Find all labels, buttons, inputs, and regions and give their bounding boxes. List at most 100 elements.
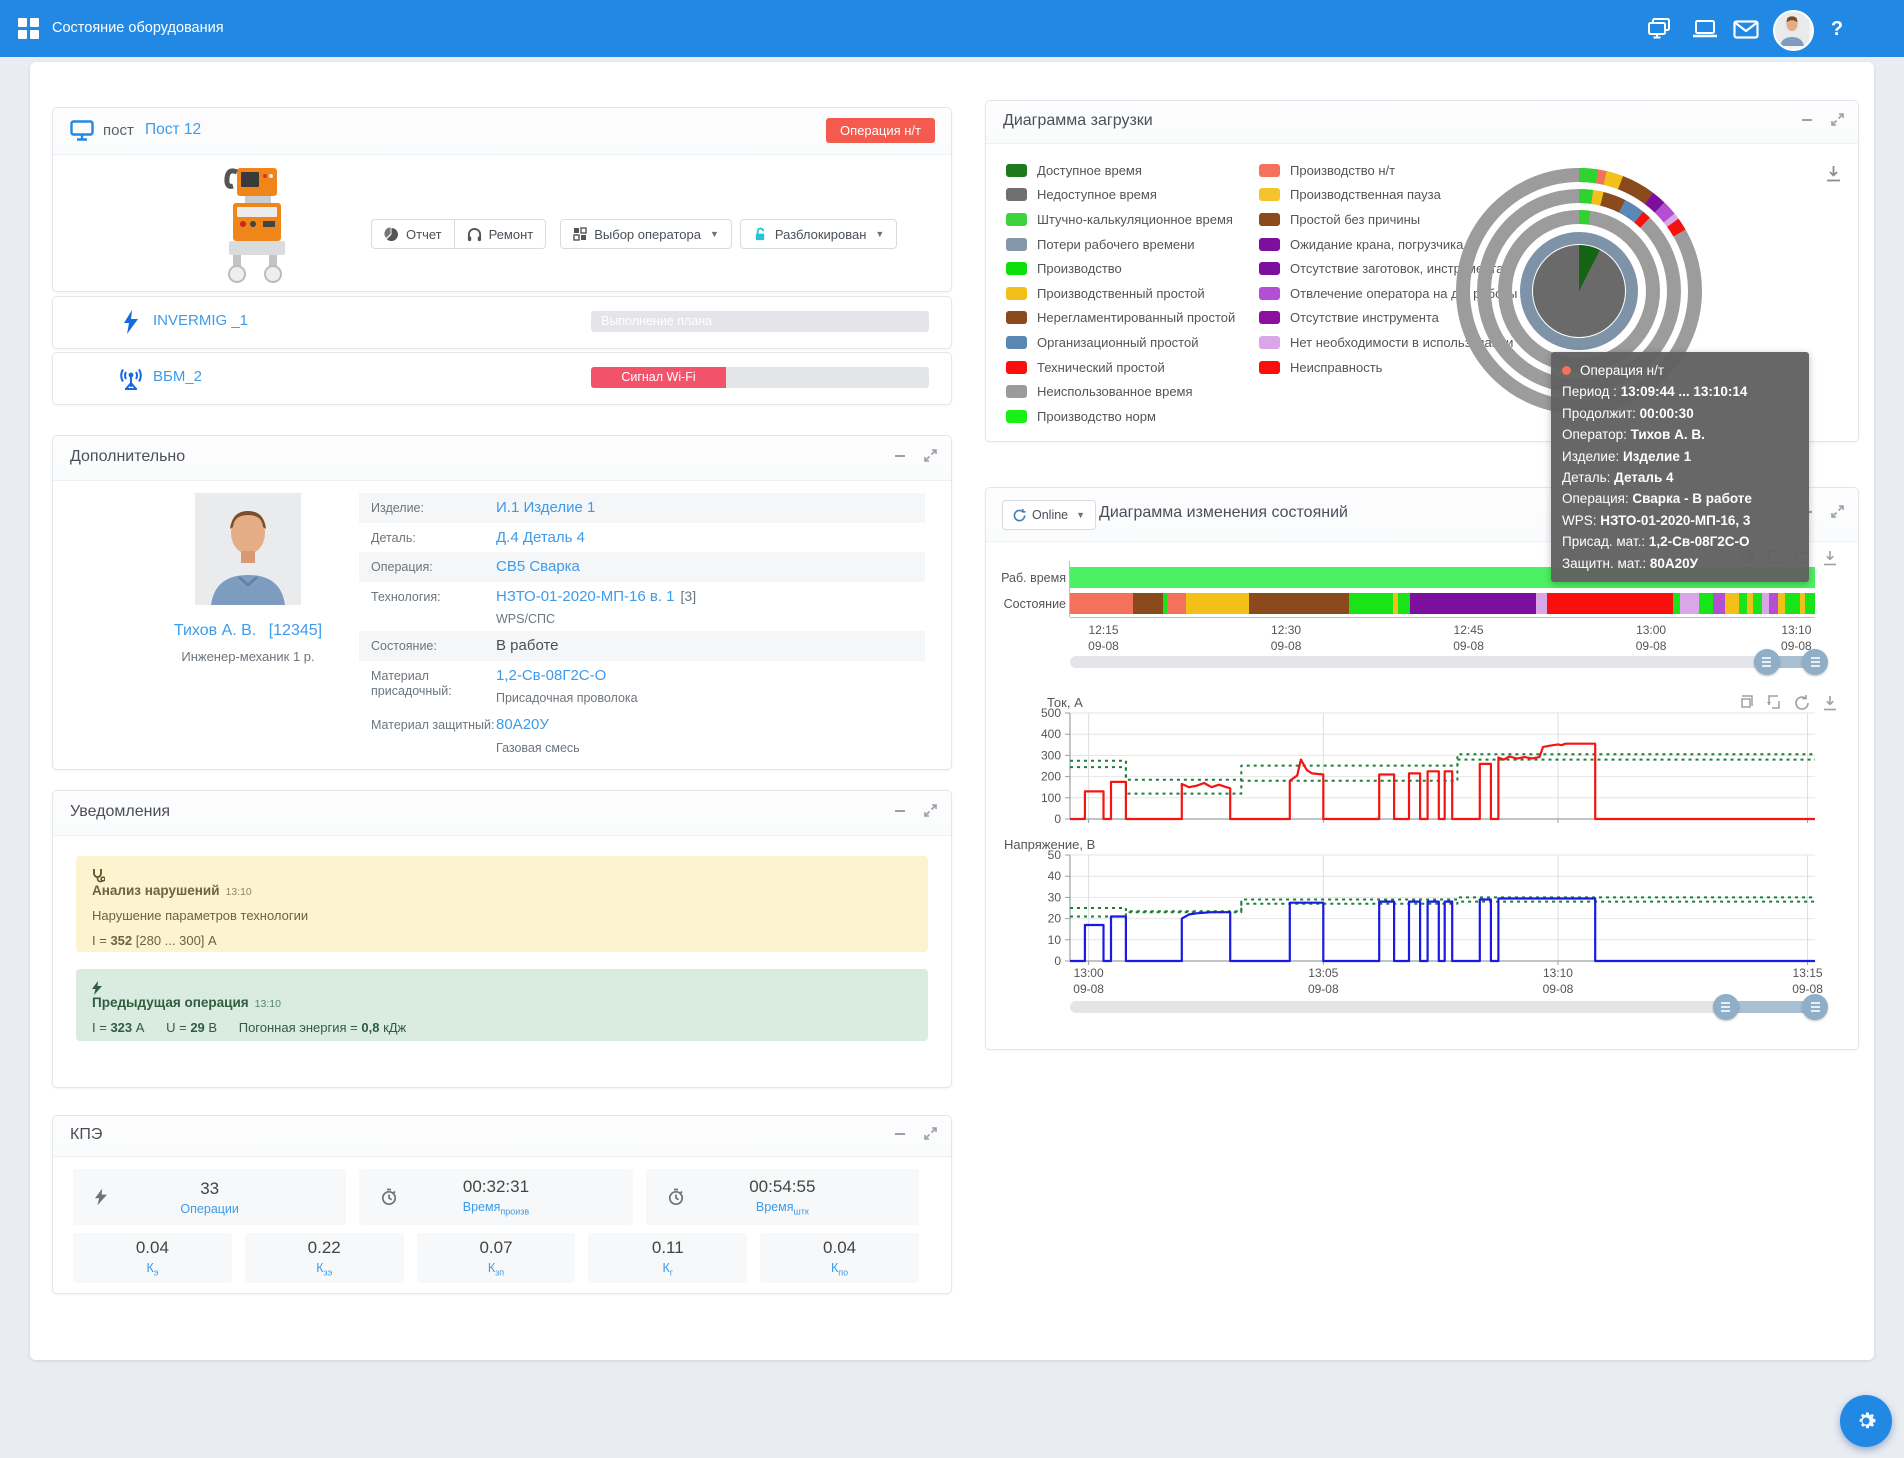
slider-handle[interactable]: [1802, 994, 1828, 1020]
operator-name-link[interactable]: Тихов А. В.: [174, 622, 256, 639]
operator-id[interactable]: [12345]: [269, 622, 322, 639]
y-tick-label: 200: [1041, 770, 1061, 784]
state-segment[interactable]: [1186, 593, 1249, 614]
voltage-chart-svg[interactable]: 01020304050: [1008, 847, 1818, 969]
field-value[interactable]: НЗТО-01-2020-МП-16 в. 1[3]: [496, 587, 696, 607]
expand-icon[interactable]: [924, 1127, 937, 1140]
operator-select-button[interactable]: Выбор оператора▼: [560, 219, 732, 249]
legend-item[interactable]: Производство: [1006, 256, 1235, 281]
download-icon[interactable]: [1822, 695, 1838, 711]
state-segment[interactable]: [1769, 593, 1778, 614]
slider-handle[interactable]: [1802, 649, 1828, 675]
state-segment[interactable]: [1725, 593, 1740, 614]
mail-icon[interactable]: [1731, 14, 1761, 44]
field-value[interactable]: 1,2-Св-08Г2С-О: [496, 666, 638, 686]
slider-handle[interactable]: [1754, 649, 1780, 675]
state-segment[interactable]: [1713, 593, 1724, 614]
state-segment[interactable]: [1673, 593, 1680, 614]
help-icon[interactable]: ?: [1822, 14, 1852, 44]
post-name-link[interactable]: Пост 12: [145, 121, 201, 139]
state-segment[interactable]: [1753, 593, 1762, 614]
download-icon[interactable]: [1825, 165, 1842, 182]
legend-item[interactable]: Доступное время: [1006, 158, 1235, 183]
device-row-invermig[interactable]: INVERMIG _1 Выполнение плана: [52, 296, 952, 349]
legend-item[interactable]: Штучно-калькуляционное время: [1006, 207, 1235, 232]
state-segment[interactable]: [1762, 593, 1769, 614]
state-segment[interactable]: [1349, 593, 1393, 614]
kpi-tile: 0.04Кэ: [73, 1233, 232, 1283]
notification-line: Нарушение параметров технологии: [92, 908, 912, 923]
legend-item[interactable]: Технический простой: [1006, 355, 1235, 380]
field-value[interactable]: 80А20У: [496, 715, 580, 735]
state-segment[interactable]: [1249, 593, 1349, 614]
state-segment[interactable]: [1739, 593, 1746, 614]
repair-button[interactable]: Ремонт: [455, 219, 547, 249]
legend-label: Отсутствие инструмента: [1290, 310, 1439, 325]
legend-column-left: Доступное времяНедоступное времяШтучно-к…: [1006, 158, 1235, 429]
state-segment[interactable]: [1547, 593, 1673, 614]
bolt-icon: [95, 1188, 107, 1206]
collapse-icon[interactable]: [1801, 113, 1813, 126]
state-segment[interactable]: [1167, 593, 1186, 614]
legend-item[interactable]: Потери рабочего времени: [1006, 232, 1235, 257]
monitor-icon: [70, 120, 94, 141]
report-button[interactable]: Отчет: [371, 219, 455, 249]
legend-item[interactable]: Производство норм: [1006, 404, 1235, 429]
collapse-icon[interactable]: [894, 1127, 906, 1140]
state-timeline-bar[interactable]: [1070, 593, 1815, 614]
expand-icon[interactable]: [924, 804, 937, 817]
field-value[interactable]: СВ5 Сварка: [496, 557, 580, 577]
state-segment[interactable]: [1778, 593, 1785, 614]
state-segment[interactable]: [1070, 593, 1133, 614]
state-segment[interactable]: [1785, 593, 1800, 614]
settings-fab[interactable]: [1840, 1395, 1892, 1447]
kpi-label[interactable]: Кэ: [146, 1261, 158, 1278]
unlock-button[interactable]: Разблокирован▼: [740, 219, 897, 249]
collapse-icon[interactable]: [894, 449, 906, 462]
legend-swatch: [1259, 336, 1280, 349]
download-icon[interactable]: [1822, 550, 1838, 566]
kpi-label[interactable]: Операции: [180, 1202, 238, 1216]
state-segment[interactable]: [1410, 593, 1536, 614]
field-row: Технология:НЗТО-01-2020-МП-16 в. 1[3]WPS…: [359, 582, 925, 632]
kpi-label[interactable]: Времяпроизв: [463, 1200, 529, 1217]
slider-handle[interactable]: [1713, 994, 1739, 1020]
device-name-link[interactable]: INVERMIG _1: [153, 312, 248, 329]
legend-item[interactable]: Неиспользованное время: [1006, 379, 1235, 404]
legend-swatch: [1006, 188, 1027, 201]
device-row-vbm[interactable]: ВБМ_2 Сигнал Wi-Fi: [52, 352, 952, 405]
state-segment[interactable]: [1536, 593, 1547, 614]
current-chart-svg[interactable]: 0100200300400500: [1008, 705, 1818, 827]
charts-range-slider[interactable]: [1070, 1001, 1815, 1013]
state-segment[interactable]: [1133, 593, 1163, 614]
legend-item[interactable]: Нерегламентированный простой: [1006, 306, 1235, 331]
state-segment[interactable]: [1805, 593, 1815, 614]
laptop-icon[interactable]: [1690, 14, 1720, 44]
field-value[interactable]: Д.4 Деталь 4: [496, 528, 585, 548]
kpi-label[interactable]: Кзп: [488, 1261, 504, 1278]
kpi-label[interactable]: Кзэ: [316, 1261, 332, 1278]
expand-icon[interactable]: [924, 449, 937, 462]
state-segment[interactable]: [1398, 593, 1409, 614]
monitors-icon[interactable]: [1645, 14, 1675, 44]
kpi-label[interactable]: Кг: [662, 1261, 673, 1278]
additional-card: Дополнительно Тихов А. В. [12345] Инжене…: [52, 435, 952, 770]
expand-icon[interactable]: [1831, 113, 1844, 126]
legend-item[interactable]: Организационный простой: [1006, 330, 1235, 355]
collapse-icon[interactable]: [894, 804, 906, 817]
timeline-range-slider[interactable]: [1070, 656, 1815, 668]
legend-item[interactable]: Производственный простой: [1006, 281, 1235, 306]
user-avatar[interactable]: [1773, 10, 1814, 51]
state-segment[interactable]: [1699, 593, 1714, 614]
state-segment[interactable]: [1680, 593, 1699, 614]
legend-item[interactable]: Недоступное время: [1006, 183, 1235, 208]
tooltip-row: Продолжит: 00:00:30: [1562, 403, 1798, 424]
kpi-label[interactable]: Времяштк: [756, 1200, 809, 1217]
field-value[interactable]: И.1 Изделие 1: [496, 498, 595, 518]
online-mode-button[interactable]: Online▼: [1002, 500, 1096, 530]
device-name-link[interactable]: ВБМ_2: [153, 368, 202, 385]
kpi-label[interactable]: Кпо: [831, 1261, 848, 1278]
apps-grid-icon[interactable]: [18, 18, 39, 39]
expand-icon[interactable]: [1831, 505, 1844, 518]
handle-grip-line: [1811, 665, 1820, 667]
